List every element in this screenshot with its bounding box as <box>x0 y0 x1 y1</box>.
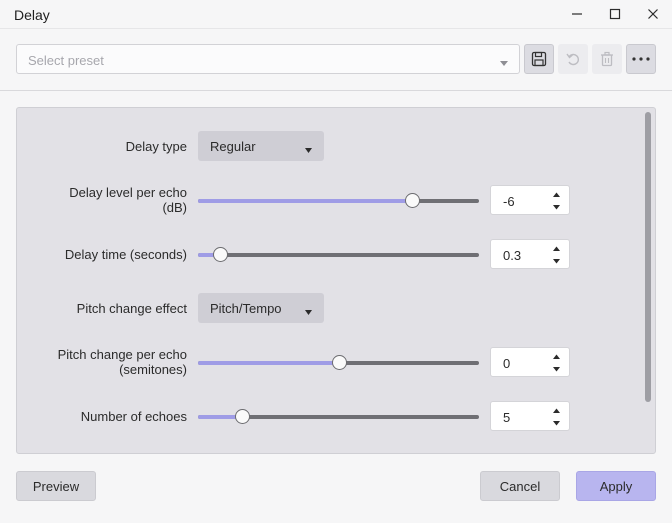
caret-down-icon <box>305 142 312 157</box>
slider-thumb[interactable] <box>234 409 250 424</box>
delay-level-input[interactable]: -6 <box>490 185 570 215</box>
delay-time-label: Delay time (seconds) <box>64 247 187 262</box>
slider-fill <box>198 199 412 203</box>
trash-icon <box>601 51 613 67</box>
preset-select[interactable]: Select preset <box>16 44 520 74</box>
minimize-button[interactable] <box>566 4 588 24</box>
delay-level-label-line1: Delay level per echo <box>69 185 187 200</box>
maximize-icon <box>609 8 621 20</box>
apply-button[interactable]: Apply <box>576 471 656 501</box>
echoes-slider[interactable] <box>198 409 479 425</box>
pitch-change-label-line2: (semitones) <box>119 362 187 377</box>
slider-thumb[interactable] <box>331 355 347 370</box>
delay-type-label: Delay type <box>125 139 187 154</box>
echoes-label: Number of echoes <box>80 409 187 424</box>
vertical-scrollbar[interactable] <box>645 112 651 402</box>
more-options-button[interactable] <box>626 44 656 74</box>
caret-down-icon <box>305 304 312 319</box>
slider-fill <box>198 361 339 365</box>
echoes-input[interactable]: 5 <box>490 401 570 431</box>
spin-up-icon[interactable] <box>552 245 561 253</box>
cancel-button[interactable]: Cancel <box>480 471 560 501</box>
title-bar: Delay <box>0 0 672 29</box>
spin-up-icon[interactable] <box>552 353 561 361</box>
delay-level-label: Delay level per echo (dB) <box>17 185 187 215</box>
delay-level-label-line2: (dB) <box>162 200 187 215</box>
preset-placeholder: Select preset <box>28 53 104 68</box>
pitch-effect-dropdown[interactable]: Pitch/Tempo <box>198 293 324 323</box>
pitch-change-slider[interactable] <box>198 355 479 371</box>
close-button[interactable] <box>642 4 664 24</box>
reset-preset-button[interactable] <box>558 44 588 74</box>
minimize-icon <box>572 13 582 15</box>
spin-down-icon[interactable] <box>552 419 561 427</box>
delay-time-slider[interactable] <box>198 247 479 263</box>
delay-time-input[interactable]: 0.3 <box>490 239 570 269</box>
spin-up-icon[interactable] <box>552 191 561 199</box>
parameters-panel: Delay type Regular Delay level per echo … <box>16 107 656 454</box>
delay-level-slider[interactable] <box>198 193 479 209</box>
save-preset-button[interactable] <box>524 44 554 74</box>
slider-track <box>198 253 479 257</box>
close-icon <box>648 9 658 19</box>
preset-toolbar: Select preset <box>0 29 672 91</box>
preview-button[interactable]: Preview <box>16 471 96 501</box>
save-icon <box>531 51 547 67</box>
delete-preset-button[interactable] <box>592 44 622 74</box>
slider-thumb[interactable] <box>213 247 229 262</box>
pitch-change-value: 0 <box>503 356 511 371</box>
chevron-down-icon <box>500 55 508 70</box>
maximize-button[interactable] <box>604 4 626 24</box>
delay-type-dropdown[interactable]: Regular <box>198 131 324 161</box>
delay-level-value: -6 <box>503 194 515 209</box>
echoes-value: 5 <box>503 410 511 425</box>
pitch-effect-label: Pitch change effect <box>76 301 187 316</box>
delay-type-value: Regular <box>210 139 256 154</box>
pitch-effect-value: Pitch/Tempo <box>210 301 282 316</box>
more-icon <box>632 57 650 61</box>
window-title: Delay <box>14 7 50 23</box>
spin-down-icon[interactable] <box>552 365 561 373</box>
pitch-change-label: Pitch change per echo (semitones) <box>17 347 187 377</box>
slider-thumb[interactable] <box>404 193 420 208</box>
spin-down-icon[interactable] <box>552 203 561 211</box>
spin-down-icon[interactable] <box>552 257 561 265</box>
undo-icon <box>566 53 579 66</box>
pitch-change-input[interactable]: 0 <box>490 347 570 377</box>
spin-up-icon[interactable] <box>552 407 561 415</box>
pitch-change-label-line1: Pitch change per echo <box>57 347 187 362</box>
delay-time-value: 0.3 <box>503 248 522 263</box>
